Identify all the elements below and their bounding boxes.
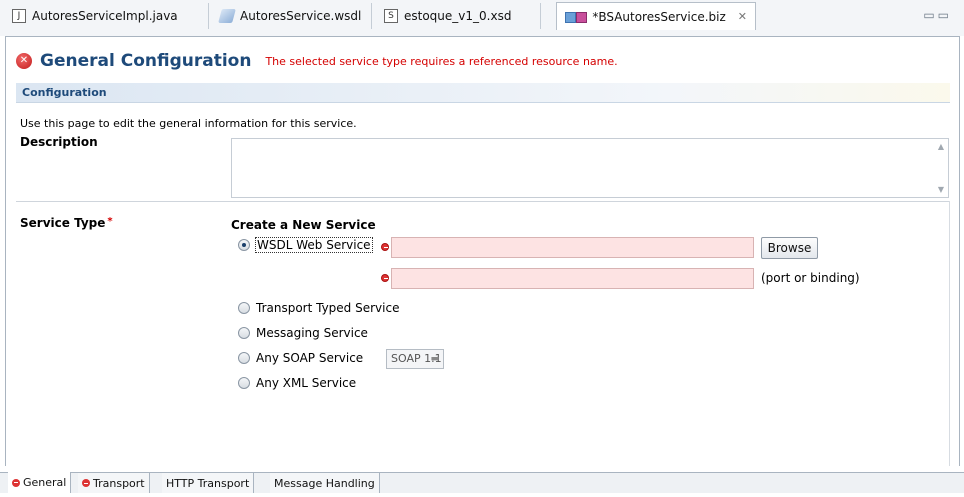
port-binding-input[interactable]: [391, 268, 754, 289]
content-frame: [938, 201, 950, 467]
tab-message-handling[interactable]: Message Handling: [270, 472, 380, 493]
radio-label: Any SOAP Service: [256, 351, 364, 365]
radio-wsdl-web-service[interactable]: WSDL Web Service: [238, 237, 373, 253]
scroll-up-icon[interactable]: ▲: [938, 142, 944, 151]
java-file-icon: J: [12, 9, 26, 23]
radio-messaging-service[interactable]: Messaging Service: [238, 326, 368, 340]
tab-transport[interactable]: Transport: [78, 472, 150, 493]
radio-button[interactable]: [238, 302, 250, 314]
tab-bs-autores-service-biz[interactable]: *BSAutoresService.biz ✕: [556, 2, 756, 30]
error-icon: [12, 478, 20, 487]
tab-label: *BSAutoresService.biz: [592, 9, 726, 24]
radio-transport-typed-service[interactable]: Transport Typed Service: [238, 301, 399, 315]
browse-button[interactable]: Browse: [761, 237, 818, 259]
radio-label: Transport Typed Service: [256, 301, 400, 315]
tab-label: Transport: [93, 476, 145, 490]
create-new-service-heading: Create a New Service: [231, 218, 376, 232]
field-error-icon: [381, 243, 389, 251]
page-error-message: The selected service type requires a ref…: [265, 54, 618, 68]
dropdown-arrow-icon: ▬: [430, 354, 439, 364]
tab-autores-service-wsdl[interactable]: AutoresService.wsdl: [212, 3, 372, 29]
error-icon: [82, 479, 90, 487]
service-type-label-text: Service Type: [20, 216, 106, 230]
editor-tab-bar: J AutoresServiceImpl.java AutoresService…: [0, 0, 964, 36]
port-binding-label: (port or binding): [761, 271, 860, 285]
section-header[interactable]: Configuration: [16, 83, 950, 103]
tab-label: General: [23, 476, 67, 489]
tab-label: AutoresService.wsdl: [240, 9, 362, 23]
wsdl-resource-input[interactable]: [391, 237, 754, 258]
tab-http-transport[interactable]: HTTP Transport: [162, 472, 255, 493]
radio-button[interactable]: [238, 239, 250, 251]
radio-any-soap-service[interactable]: Any SOAP Service: [238, 351, 363, 365]
page-title: General Configuration: [40, 51, 252, 71]
required-marker: *: [107, 216, 113, 227]
section-intro: Use this page to edit the general inform…: [20, 117, 357, 130]
editor-body: ✕ General Configuration The selected ser…: [5, 36, 960, 467]
service-type-label: Service Type *: [20, 216, 113, 230]
description-label: Description: [20, 135, 98, 149]
radio-label: Any XML Service: [256, 376, 357, 390]
tab-label: AutoresServiceImpl.java: [32, 9, 178, 23]
tab-general[interactable]: General: [8, 472, 72, 493]
radio-any-xml-service[interactable]: Any XML Service: [238, 376, 356, 390]
field-error-icon: [381, 274, 389, 282]
radio-label: WSDL Web Service: [255, 237, 373, 253]
radio-button[interactable]: [238, 352, 250, 364]
tab-label: HTTP Transport: [166, 476, 250, 490]
scroll-down-icon[interactable]: ▼: [938, 185, 944, 194]
error-icon: ✕: [16, 53, 32, 69]
tab-label: Message Handling: [274, 476, 375, 490]
tab-label: estoque_v1_0.xsd: [404, 9, 512, 23]
radio-label: Messaging Service: [256, 326, 368, 340]
bottom-page-tabs: General Transport HTTP Transport Message…: [0, 466, 964, 497]
description-textarea[interactable]: ▲ ▼: [231, 138, 949, 198]
minimize-maximize-icons[interactable]: ▭▭: [923, 8, 952, 22]
xsd-file-icon: S: [384, 9, 398, 23]
tab-estoque-xsd[interactable]: S estoque_v1_0.xsd: [376, 3, 541, 29]
divider: [16, 201, 950, 202]
page-header: ✕ General Configuration The selected ser…: [16, 51, 618, 71]
tab-autores-service-impl[interactable]: J AutoresServiceImpl.java: [4, 3, 209, 29]
business-service-icon: [565, 10, 588, 24]
wsdl-file-icon: [218, 9, 236, 23]
radio-button[interactable]: [238, 377, 250, 389]
close-icon[interactable]: ✕: [738, 10, 747, 23]
radio-button[interactable]: [238, 327, 250, 339]
soap-version-select[interactable]: SOAP 1.1 ▬: [386, 349, 444, 369]
